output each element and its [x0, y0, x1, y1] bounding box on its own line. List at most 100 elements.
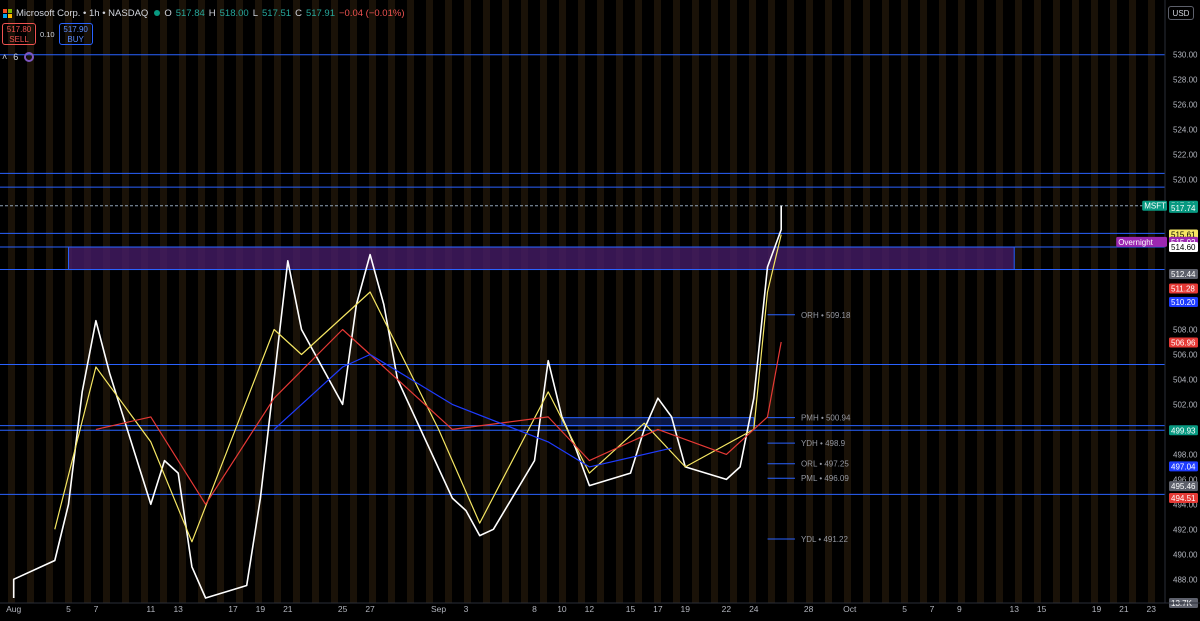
buy-button[interactable]: 517.90 BUY: [58, 23, 93, 45]
y-tick-label: 488.00: [1173, 575, 1198, 584]
session-shade: [1053, 0, 1060, 603]
session-shade: [445, 0, 452, 603]
session-shade: [312, 0, 319, 603]
x-tick-label: 15: [626, 604, 636, 614]
session-shade: [1034, 0, 1041, 603]
session-shade: [806, 0, 813, 603]
price-tag-text: 494.51: [1171, 494, 1196, 503]
level-label: YDH • 498.9: [801, 439, 846, 448]
session-shade: [825, 0, 832, 603]
price-tag-text: 511.28: [1171, 285, 1195, 294]
level-label: PML • 496.09: [801, 474, 849, 483]
y-tick-label: 498.00: [1173, 450, 1198, 459]
session-shade: [844, 0, 851, 603]
y-tick-label: 522.00: [1173, 151, 1198, 160]
currency-selector[interactable]: USD: [1168, 6, 1194, 20]
x-tick-label: 9: [957, 604, 962, 614]
price-chart[interactable]: PMH • 500.94 YDH • 498.9 ORL • 497.25 PML •…: [0, 0, 1200, 616]
x-tick-label: 13: [1010, 604, 1020, 614]
trade-panel: 517.80 SELL 0.10 517.90 BUY: [2, 23, 93, 45]
session-shade: [939, 0, 946, 603]
session-shade: [84, 0, 91, 603]
price-tag-text: 499.93: [1171, 426, 1196, 435]
y-tick-label: 490.00: [1173, 550, 1198, 559]
session-shade: [407, 0, 414, 603]
indicator-count: 6: [13, 52, 19, 62]
y-tick-label: 508.00: [1173, 325, 1198, 334]
x-tick-label: 19: [681, 604, 691, 614]
indicator-toggle[interactable]: ˄ 6: [2, 52, 35, 62]
session-shade: [749, 0, 756, 603]
price-tag-text: 517.74: [1171, 204, 1196, 213]
x-tick-label: 19: [1092, 604, 1102, 614]
y-tick-label: 526.00: [1173, 101, 1198, 110]
session-shade: [882, 0, 889, 603]
open-value: 517.84: [175, 7, 205, 19]
level-label: PMH • 500.94: [801, 414, 851, 423]
session-shade: [977, 0, 984, 603]
y-tick-label: 520.00: [1173, 176, 1198, 185]
x-tick-label: 21: [283, 604, 293, 614]
close-label: C: [295, 7, 302, 19]
session-shade: [559, 0, 566, 603]
y-tick-label: 530.00: [1173, 51, 1198, 60]
x-tick-label: 5: [902, 604, 907, 614]
y-tick-label: 528.00: [1173, 76, 1198, 85]
x-tick-label: 3: [464, 604, 469, 614]
session-shade: [1148, 0, 1155, 603]
session-shade: [540, 0, 547, 603]
high-label: H: [208, 7, 216, 19]
session-shade: [1072, 0, 1079, 603]
sell-label: SELL: [9, 35, 29, 44]
chevron-up-icon[interactable]: ˄: [2, 52, 7, 62]
price-tag-text: 506.96: [1171, 338, 1196, 347]
sell-button[interactable]: 517.80 SELL: [2, 23, 36, 45]
x-tick-label: 7: [930, 604, 935, 614]
x-tick-label: 17: [228, 604, 238, 614]
low-value: 517.51: [262, 7, 292, 19]
close-value: 517.91: [305, 7, 335, 19]
session-shade: [274, 0, 281, 603]
price-tag-text: 512.44: [1171, 270, 1196, 279]
x-tick-label: 10: [557, 604, 567, 614]
session-shade: [958, 0, 965, 603]
session-shade: [198, 0, 205, 603]
session-shade: [768, 0, 775, 603]
symbol-header: Microsoft Corp. • 1h • NASDAQ O 517.84 H5…: [0, 6, 405, 20]
price-tag-text: 497.04: [1171, 462, 1196, 471]
session-shade: [597, 0, 604, 603]
session-shade: [1015, 0, 1022, 603]
high-value: 518.00: [219, 7, 249, 19]
x-tick-label: 19: [256, 604, 266, 614]
x-tick-label: 22: [722, 604, 732, 614]
session-shade: [730, 0, 737, 603]
session-shade: [1129, 0, 1136, 603]
x-tick-label: 24: [749, 604, 759, 614]
session-shade: [331, 0, 338, 603]
session-shade: [1110, 0, 1117, 603]
price-tag-name-text: Overnight: [1118, 238, 1153, 247]
level-label: YDL • 491.22: [801, 535, 849, 544]
buy-label: BUY: [67, 35, 84, 44]
session-shade: [635, 0, 642, 603]
y-tick-label: 492.00: [1173, 525, 1198, 534]
indicator-settings-icon[interactable]: [24, 52, 35, 62]
session-shade: [483, 0, 490, 603]
session-shade: [27, 0, 34, 603]
price-tag-text: 514.60: [1171, 243, 1196, 252]
x-tick-label: Oct: [843, 604, 857, 614]
y-tick-label: 524.00: [1173, 126, 1198, 135]
level-label: ORL • 497.25: [801, 460, 849, 469]
open-label: O: [164, 7, 172, 19]
session-shade: [996, 0, 1003, 603]
session-shade: [350, 0, 357, 603]
session-shade: [103, 0, 110, 603]
change-value: −0.04 (−0.01%): [339, 7, 405, 19]
session-shade: [673, 0, 680, 603]
y-tick-label: 506.00: [1173, 350, 1198, 359]
market-status-dot: [154, 10, 161, 16]
price-tag-text: 495.46: [1171, 482, 1196, 491]
symbol-title[interactable]: Microsoft Corp. • 1h • NASDAQ: [16, 8, 148, 19]
x-tick-label: Sep: [431, 604, 446, 614]
chart-canvas[interactable]: PMH • 500.94 YDH • 498.9 ORL • 497.25 PML •…: [0, 0, 1200, 616]
